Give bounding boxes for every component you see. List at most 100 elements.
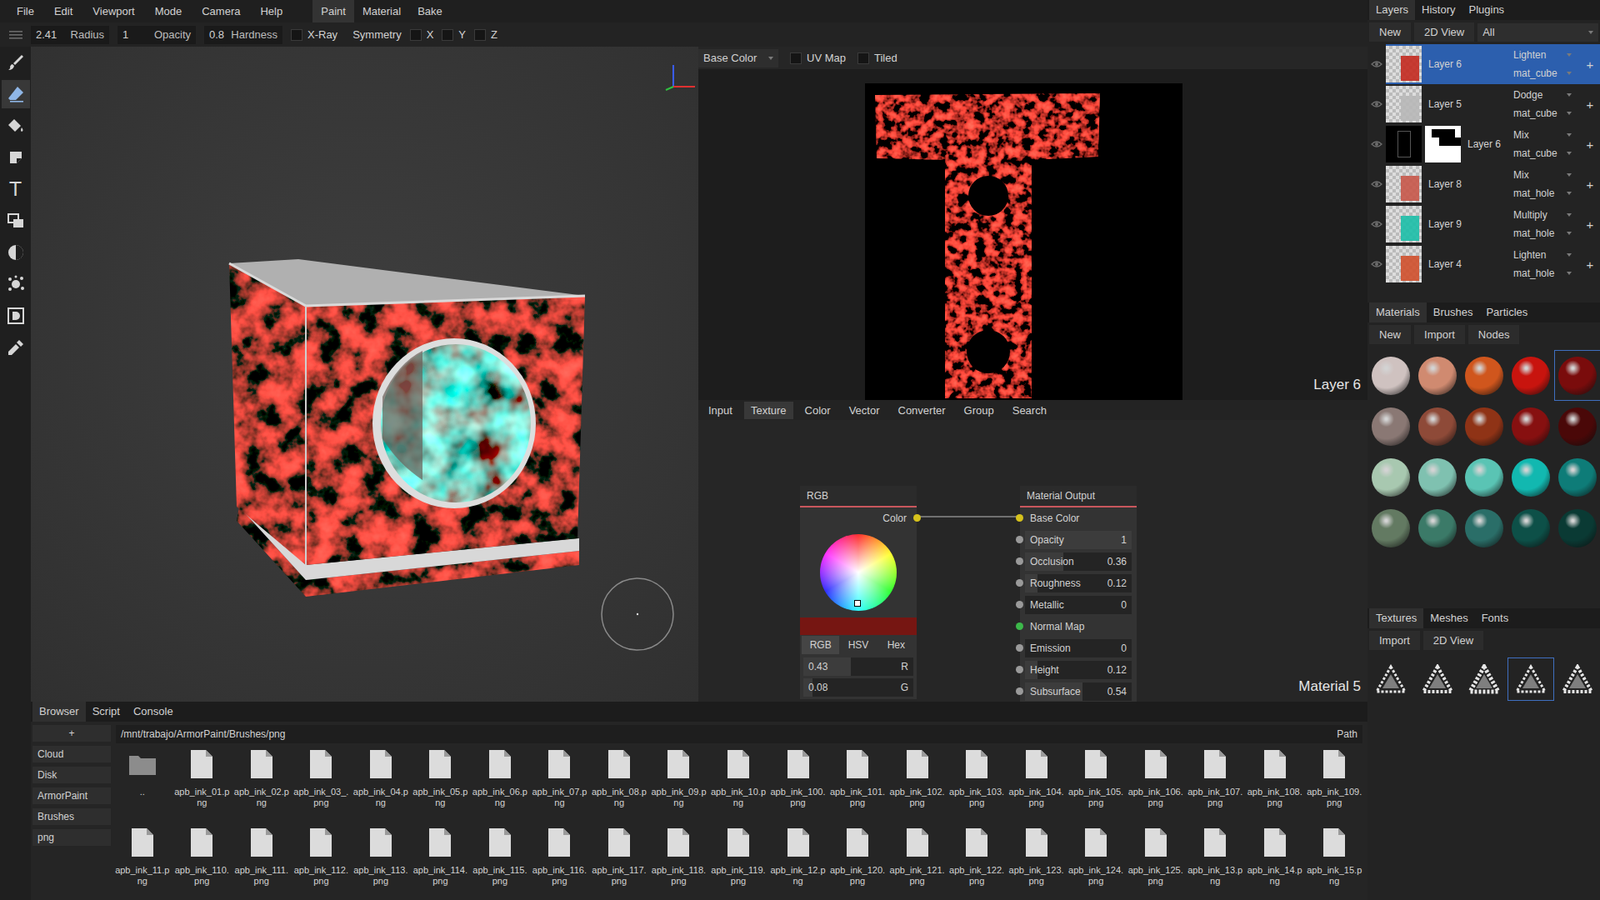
file-item[interactable]: apb_ink_123.png: [1006, 826, 1067, 900]
object-dropdown[interactable]: mat_hole: [1510, 185, 1577, 201]
panel-button[interactable]: New: [1369, 325, 1411, 345]
layer-body[interactable]: Layer 6 Mix mat_cube +: [1385, 124, 1600, 165]
material-slot[interactable]: [1367, 451, 1415, 503]
node-category-tab[interactable]: Search: [1005, 401, 1054, 420]
socket-icon[interactable]: [1015, 665, 1024, 674]
file-item[interactable]: apb_ink_104.png: [1006, 748, 1067, 822]
option-slider[interactable]: 0.8 Hardness: [204, 25, 283, 45]
file-item[interactable]: apb_ink_100.png: [768, 748, 829, 822]
node-category-tab[interactable]: Converter: [891, 401, 953, 420]
file-item[interactable]: apb_ink_101.png: [827, 748, 888, 822]
layer-row[interactable]: Layer 5 Dodge mat_cube +: [1367, 84, 1600, 125]
input-field[interactable]: Emission 0: [1025, 639, 1132, 658]
input-field[interactable]: Subsurface 0.54: [1025, 682, 1132, 701]
panel-button[interactable]: 2D View: [1423, 630, 1484, 650]
texture-slot[interactable]: [1507, 657, 1555, 701]
material-slot[interactable]: [1460, 451, 1508, 503]
add-layer-button[interactable]: +: [1580, 137, 1600, 152]
layer-row[interactable]: Layer 9 Multiply mat_hole +: [1367, 204, 1600, 245]
file-item[interactable]: apb_ink_107.png: [1185, 748, 1245, 822]
panel-button[interactable]: Import: [1369, 630, 1420, 650]
file-item[interactable]: apb_ink_110.png: [172, 826, 233, 900]
node-editor[interactable]: InputTextureColorVectorConverterGroupSea…: [698, 400, 1368, 702]
add-layer-button[interactable]: +: [1580, 97, 1600, 112]
panel-tab[interactable]: Brushes: [1426, 302, 1480, 323]
material-slot[interactable]: [1414, 451, 1461, 503]
blend-dropdown[interactable]: Lighten: [1510, 47, 1577, 63]
texture-slot[interactable]: [1554, 657, 1600, 701]
material-slot[interactable]: [1554, 400, 1600, 452]
mode-tab[interactable]: Bake: [409, 0, 451, 23]
blend-dropdown[interactable]: Mix: [1510, 127, 1577, 143]
file-item[interactable]: apb_ink_02.png: [231, 748, 292, 822]
file-item[interactable]: apb_ink_113.png: [350, 826, 411, 900]
add-layer-button[interactable]: +: [1580, 217, 1600, 232]
file-item[interactable]: apb_ink_09.png: [649, 748, 710, 822]
menu-item[interactable]: File: [6, 0, 45, 23]
layer-filter-dropdown[interactable]: All: [1477, 23, 1599, 42]
file-item[interactable]: apb_ink_04.png: [350, 748, 411, 822]
add-layer-button[interactable]: +: [1580, 57, 1600, 72]
material-slot[interactable]: [1507, 502, 1555, 554]
material-slot[interactable]: [1460, 400, 1508, 452]
file-item[interactable]: apb_ink_114.png: [410, 826, 471, 900]
blend-dropdown[interactable]: Multiply: [1510, 207, 1577, 223]
texture-slot[interactable]: [1460, 657, 1508, 701]
menu-item[interactable]: Camera: [191, 0, 250, 23]
axis-checkbox[interactable]: X: [410, 28, 435, 41]
layer-body[interactable]: Layer 6 Lighten mat_cube +: [1385, 44, 1600, 85]
material-output-node[interactable]: Material Output Base Color Opacity 1 Occ…: [1020, 485, 1137, 702]
file-item[interactable]: apb_ink_117.png: [589, 826, 650, 900]
file-item[interactable]: apb_ink_111.png: [231, 826, 292, 900]
socket-icon[interactable]: [1015, 644, 1024, 652]
file-item[interactable]: apb_ink_03_.png: [291, 748, 352, 822]
material-slot[interactable]: [1507, 350, 1555, 401]
socket-icon[interactable]: [1015, 535, 1024, 544]
node-category-tab[interactable]: Color: [798, 401, 838, 420]
option-slider[interactable]: 1 Opacity: [117, 25, 196, 45]
layer-body[interactable]: Layer 5 Dodge mat_cube +: [1385, 84, 1600, 125]
tool-button[interactable]: [1, 143, 30, 172]
menu-item[interactable]: Mode: [145, 0, 193, 23]
material-slot[interactable]: [1414, 400, 1461, 452]
input-field[interactable]: Height 0.12: [1025, 660, 1132, 680]
material-slot[interactable]: [1367, 350, 1415, 401]
layer-row[interactable]: Layer 6 Mix mat_cube +: [1367, 124, 1600, 165]
channel-field[interactable]: 0.43 R: [803, 657, 914, 676]
menu-item[interactable]: Viewport: [82, 0, 145, 23]
tool-button[interactable]: [1, 270, 30, 299]
object-dropdown[interactable]: mat_cube: [1510, 145, 1577, 161]
socket-icon[interactable]: [1015, 600, 1024, 609]
panel-button[interactable]: Nodes: [1468, 325, 1520, 345]
socket-icon[interactable]: [1015, 514, 1024, 522]
material-slot[interactable]: [1460, 502, 1508, 554]
file-item[interactable]: apb_ink_112.png: [291, 826, 352, 900]
tool-button[interactable]: [1, 333, 30, 362]
node-category-tab[interactable]: Vector: [842, 401, 887, 420]
node-header[interactable]: RGB: [800, 485, 917, 508]
color-wheel[interactable]: [800, 529, 917, 618]
file-item[interactable]: apb_ink_08.png: [589, 748, 650, 822]
tool-button[interactable]: T: [1, 175, 30, 204]
node-category-tab[interactable]: Texture: [744, 401, 794, 420]
file-item[interactable]: apb_ink_06.png: [470, 748, 530, 822]
eye-icon[interactable]: [1367, 100, 1386, 109]
input-field[interactable]: Opacity 1: [1025, 530, 1132, 550]
file-item[interactable]: apb_ink_13.png: [1185, 826, 1245, 900]
panel-tab[interactable]: Textures: [1369, 608, 1424, 629]
file-item[interactable]: apb_ink_121.png: [887, 826, 948, 900]
2d-canvas-area[interactable]: Layer 6: [698, 69, 1368, 400]
layer-row[interactable]: Layer 6 Lighten mat_cube +: [1367, 44, 1600, 85]
path-field[interactable]: /mnt/trabajo/ArmorPaint/Brushes/png Path: [115, 725, 1363, 744]
file-item[interactable]: apb_ink_106.png: [1125, 748, 1186, 822]
material-slot[interactable]: [1367, 502, 1415, 554]
axis-checkbox[interactable]: Z: [474, 28, 498, 41]
place-item[interactable]: Disk: [32, 766, 111, 784]
file-item[interactable]: apb_ink_11.png: [112, 826, 173, 900]
eye-icon[interactable]: [1367, 260, 1386, 269]
material-slot[interactable]: [1367, 400, 1415, 452]
material-slot[interactable]: [1507, 400, 1555, 452]
material-slot[interactable]: [1414, 502, 1461, 554]
file-item[interactable]: apb_ink_12.png: [768, 826, 829, 900]
tool-button[interactable]: [1, 301, 30, 330]
